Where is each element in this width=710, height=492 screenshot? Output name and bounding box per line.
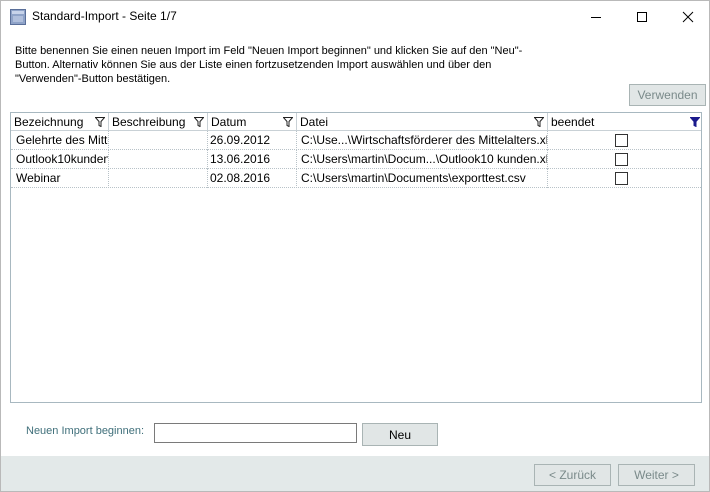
window-title: Standard-Import - Seite 1/7 — [32, 9, 177, 23]
maximize-button[interactable] — [619, 1, 665, 32]
cell-beendet — [548, 131, 701, 150]
funnel-icon[interactable] — [95, 117, 105, 127]
cell-datei[interactable]: C:\Use...\Wirtschaftsförderer des Mittel… — [297, 131, 548, 150]
cell-beschreibung[interactable] — [109, 131, 208, 150]
table-row[interactable]: Webinar 02.08.2016 C:\Users\martin\Docum… — [11, 169, 701, 188]
column-header-bezeichnung[interactable]: Bezeichnung — [11, 113, 109, 131]
instruction-line: Button. Alternativ können Sie aus der Li… — [15, 59, 492, 71]
title-bar: Standard-Import - Seite 1/7 — [1, 1, 709, 32]
import-list-grid[interactable]: Bezeichnung Beschreibung Datum Datei bee… — [10, 112, 702, 403]
cell-beendet — [548, 169, 701, 188]
minimize-button[interactable] — [573, 1, 619, 32]
cell-bezeichnung[interactable]: Webinar — [11, 169, 109, 188]
next-button[interactable]: Weiter > — [618, 464, 695, 486]
finished-checkbox[interactable] — [615, 134, 628, 147]
instruction-line: Bitte benennen Sie einen neuen Import im… — [15, 45, 523, 57]
column-header-beschreibung[interactable]: Beschreibung — [109, 113, 208, 131]
funnel-icon[interactable] — [690, 117, 700, 127]
minimize-icon — [591, 16, 601, 18]
cell-datum[interactable]: 02.08.2016 — [208, 169, 297, 188]
cell-datum[interactable]: 26.09.2012 — [208, 131, 297, 150]
cell-beschreibung[interactable] — [109, 150, 208, 169]
column-header-datum[interactable]: Datum — [208, 113, 297, 131]
table-row[interactable]: Outlook10kunden 13.06.2016 C:\Users\mart… — [11, 150, 701, 169]
table-row[interactable]: Gelehrte des Mittelalters 26.09.2012 C:\… — [11, 131, 701, 150]
column-header-beendet[interactable]: beendet — [548, 113, 701, 131]
cell-bezeichnung[interactable]: Gelehrte des Mittelalters — [11, 131, 109, 150]
new-import-label: Neuen Import beginnen: — [26, 425, 145, 437]
use-button[interactable]: Verwenden — [629, 84, 706, 106]
cell-datei[interactable]: C:\Users\martin\Docum...\Outlook10 kunde… — [297, 150, 548, 169]
cell-beendet — [548, 150, 701, 169]
close-icon — [682, 11, 694, 22]
new-button[interactable]: Neu — [362, 423, 438, 446]
close-button[interactable] — [665, 1, 710, 32]
column-header-label: beendet — [551, 115, 595, 129]
column-header-datei[interactable]: Datei — [297, 113, 548, 131]
instruction-text: Bitte benennen Sie einen neuen Import im… — [15, 44, 575, 86]
column-header-label: Bezeichnung — [14, 115, 84, 129]
funnel-icon[interactable] — [194, 117, 204, 127]
finished-checkbox[interactable] — [615, 172, 628, 185]
column-header-label: Datei — [300, 115, 329, 129]
funnel-icon[interactable] — [534, 117, 544, 127]
cell-datei[interactable]: C:\Users\martin\Documents\exporttest.csv — [297, 169, 548, 188]
grid-header: Bezeichnung Beschreibung Datum Datei bee… — [11, 113, 701, 131]
cell-beschreibung[interactable] — [109, 169, 208, 188]
column-header-label: Datum — [211, 115, 247, 129]
instruction-line: "Verwenden"-Button bestätigen. — [15, 73, 171, 85]
app-window-icon — [10, 9, 26, 25]
back-button[interactable]: < Zurück — [534, 464, 611, 486]
import-wizard-window: Standard-Import - Seite 1/7 Bitte benenn… — [0, 0, 710, 492]
cell-datum[interactable]: 13.06.2016 — [208, 150, 297, 169]
finished-checkbox[interactable] — [615, 153, 628, 166]
maximize-icon — [637, 11, 647, 22]
cell-bezeichnung[interactable]: Outlook10kunden — [11, 150, 109, 169]
new-import-input[interactable] — [154, 423, 357, 443]
funnel-icon[interactable] — [283, 117, 293, 127]
column-header-label: Beschreibung — [112, 115, 186, 129]
